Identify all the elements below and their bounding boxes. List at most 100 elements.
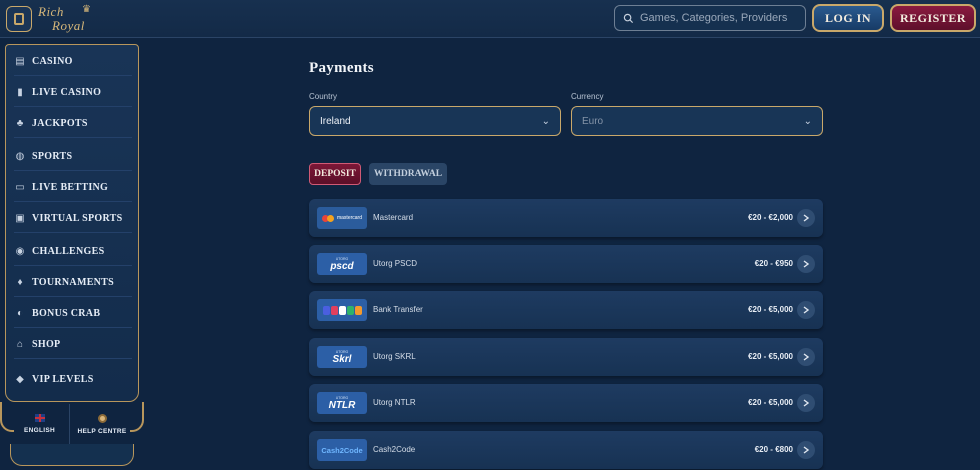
sidebar-item-jackpots[interactable]: ♣ JACKPOTS xyxy=(14,110,132,138)
sidebar-item-label: VIP LEVELS xyxy=(32,373,94,385)
mastercard-logo: mastercard xyxy=(317,207,367,229)
medal-icon: ◉ xyxy=(15,246,25,257)
bank-icon xyxy=(346,305,354,315)
payment-method-name: Utorg PSCD xyxy=(373,259,418,268)
help-icon xyxy=(97,413,107,423)
payment-method-range: €20 - €950 xyxy=(754,259,793,268)
tab-withdrawal[interactable]: WITHDRAWAL xyxy=(369,163,447,185)
chevron-right-icon[interactable] xyxy=(797,301,815,319)
sidebar-item-virtual-sports[interactable]: ▣ VIRTUAL SPORTS xyxy=(14,205,132,233)
pscd-logo-text: pscd xyxy=(330,260,354,272)
utorg-skrl-logo: UTORG Skrl xyxy=(317,346,367,368)
bank-icon xyxy=(322,305,330,315)
trophy-icon: ♦ xyxy=(17,277,23,288)
sidebar-item-live-casino[interactable]: ▮ LIVE CASINO xyxy=(14,79,132,107)
bank-transfer-logo xyxy=(317,299,367,321)
tab-deposit[interactable]: DEPOSIT xyxy=(309,163,361,185)
help-centre-link[interactable]: HELP CENTRE xyxy=(72,404,132,444)
language-label: ENGLISH xyxy=(24,427,55,434)
country-select[interactable]: Ireland ⌄ xyxy=(309,106,561,136)
utorg-ntlr-logo: UTORG NTLR xyxy=(317,392,367,414)
basket-icon: ⌂ xyxy=(16,339,24,350)
ball-icon: ◍ xyxy=(15,151,25,162)
payment-method-range: €20 - €800 xyxy=(754,445,793,454)
sidebar-item-sports[interactable]: ◍ SPORTS xyxy=(14,143,132,171)
menu-icon xyxy=(14,13,24,25)
payment-method-name: Utorg SKRL xyxy=(373,352,416,361)
chevron-down-icon: ⌄ xyxy=(803,115,812,127)
brand-logo[interactable]: Rich ♛ Royal xyxy=(38,3,96,35)
country-value: Ireland xyxy=(320,115,351,127)
payment-method-name: Cash2Code xyxy=(373,445,416,454)
payment-method-row[interactable]: Bank Transfer €20 - €5,000 xyxy=(309,291,823,329)
cash2code-logo: Cash2Code xyxy=(317,439,367,461)
chevron-right-icon[interactable] xyxy=(797,348,815,366)
clover-icon: ♣ xyxy=(16,118,24,129)
utorg-pscd-logo: UTORG pscd xyxy=(317,253,367,275)
sidebar-footer-frame xyxy=(10,444,134,466)
search-box[interactable] xyxy=(614,5,806,31)
sidebar-item-bonus-crab[interactable]: ◐ BONUS CRAB xyxy=(14,300,132,328)
payment-method-range: €20 - €2,000 xyxy=(748,213,793,222)
register-button[interactable]: REGISTER xyxy=(890,4,976,32)
bank-icon xyxy=(338,305,346,315)
sidebar-item-label: TOURNAMENTS xyxy=(32,277,115,288)
payment-method-name: Bank Transfer xyxy=(373,305,423,314)
payment-method-row[interactable]: UTORG Skrl Utorg SKRL €20 - €5,000 xyxy=(309,338,823,376)
monitor-icon: ▣ xyxy=(15,213,25,224)
sidebar-item-label: CHALLENGES xyxy=(32,246,105,257)
sidebar-item-label: LIVE CASINO xyxy=(32,87,102,98)
slot-icon: ▤ xyxy=(15,56,25,67)
sidebar-item-tournaments[interactable]: ♦ TOURNAMENTS xyxy=(14,269,132,297)
currency-label: Currency xyxy=(571,92,604,101)
cash2code-logo-text: Cash2Code xyxy=(321,445,363,455)
sidebar-item-casino[interactable]: ▤ CASINO xyxy=(14,48,132,76)
sidebar-ornament-right xyxy=(130,402,144,432)
bank-icon xyxy=(354,305,362,315)
crab-icon: ◐ xyxy=(16,308,24,319)
skrl-logo-text: Skrl xyxy=(332,353,352,365)
payment-method-row[interactable]: UTORG pscd Utorg PSCD €20 - €950 xyxy=(309,245,823,283)
sidebar-item-vip-levels[interactable]: ◆ VIP LEVELS xyxy=(14,365,132,393)
payment-method-range: €20 - €5,000 xyxy=(748,398,793,407)
search-input[interactable] xyxy=(640,12,800,24)
sidebar-item-challenges[interactable]: ◉ CHALLENGES xyxy=(14,238,132,266)
mastercard-logo-text: mastercard xyxy=(336,215,362,221)
payment-method-name: Utorg NTLR xyxy=(373,398,416,407)
sidebar-item-label: SPORTS xyxy=(32,151,73,162)
payment-method-row[interactable]: Cash2Code Cash2Code €20 - €800 xyxy=(309,431,823,469)
bank-icon xyxy=(330,305,338,315)
crown-icon: ♛ xyxy=(82,4,92,15)
payment-method-row[interactable]: UTORG NTLR Utorg NTLR €20 - €5,000 xyxy=(309,384,823,422)
login-button[interactable]: LOG IN xyxy=(812,4,884,32)
sidebar-item-label: CASINO xyxy=(32,56,73,67)
logo-text-rich: Rich xyxy=(38,4,64,19)
diamond-icon: ◆ xyxy=(16,373,24,385)
chevron-right-icon[interactable] xyxy=(797,209,815,227)
language-selector[interactable]: ENGLISH xyxy=(10,404,70,444)
chevron-right-icon[interactable] xyxy=(797,441,815,459)
mastercard-circles-icon xyxy=(321,214,334,222)
cards-icon: ▮ xyxy=(17,87,23,98)
menu-toggle-button[interactable] xyxy=(6,6,32,32)
uk-flag-icon xyxy=(34,414,45,422)
payment-method-range: €20 - €5,000 xyxy=(748,305,793,314)
currency-value: Euro xyxy=(582,115,604,127)
chevron-right-icon[interactable] xyxy=(797,394,815,412)
sidebar-item-label: JACKPOTS xyxy=(32,118,88,129)
payment-method-range: €20 - €5,000 xyxy=(748,352,793,361)
chevron-down-icon: ⌄ xyxy=(541,115,550,127)
sidebar-item-label: SHOP xyxy=(32,339,61,350)
payment-method-name: Mastercard xyxy=(373,213,414,222)
sidebar-item-label: LIVE BETTING xyxy=(32,182,109,193)
page-title: Payments xyxy=(309,60,374,76)
payment-method-row[interactable]: mastercard Mastercard €20 - €2,000 xyxy=(309,199,823,237)
sidebar-item-live-betting[interactable]: ▭ LIVE BETTING xyxy=(14,174,132,202)
sidebar-item-shop[interactable]: ⌂ SHOP xyxy=(14,331,132,359)
sidebar-item-label: VIRTUAL SPORTS xyxy=(32,213,123,224)
currency-select[interactable]: Euro ⌄ xyxy=(571,106,823,136)
country-label: Country xyxy=(309,92,338,101)
sidebar-item-label: BONUS CRAB xyxy=(32,308,101,319)
screen-icon: ▭ xyxy=(15,182,25,193)
chevron-right-icon[interactable] xyxy=(797,255,815,273)
